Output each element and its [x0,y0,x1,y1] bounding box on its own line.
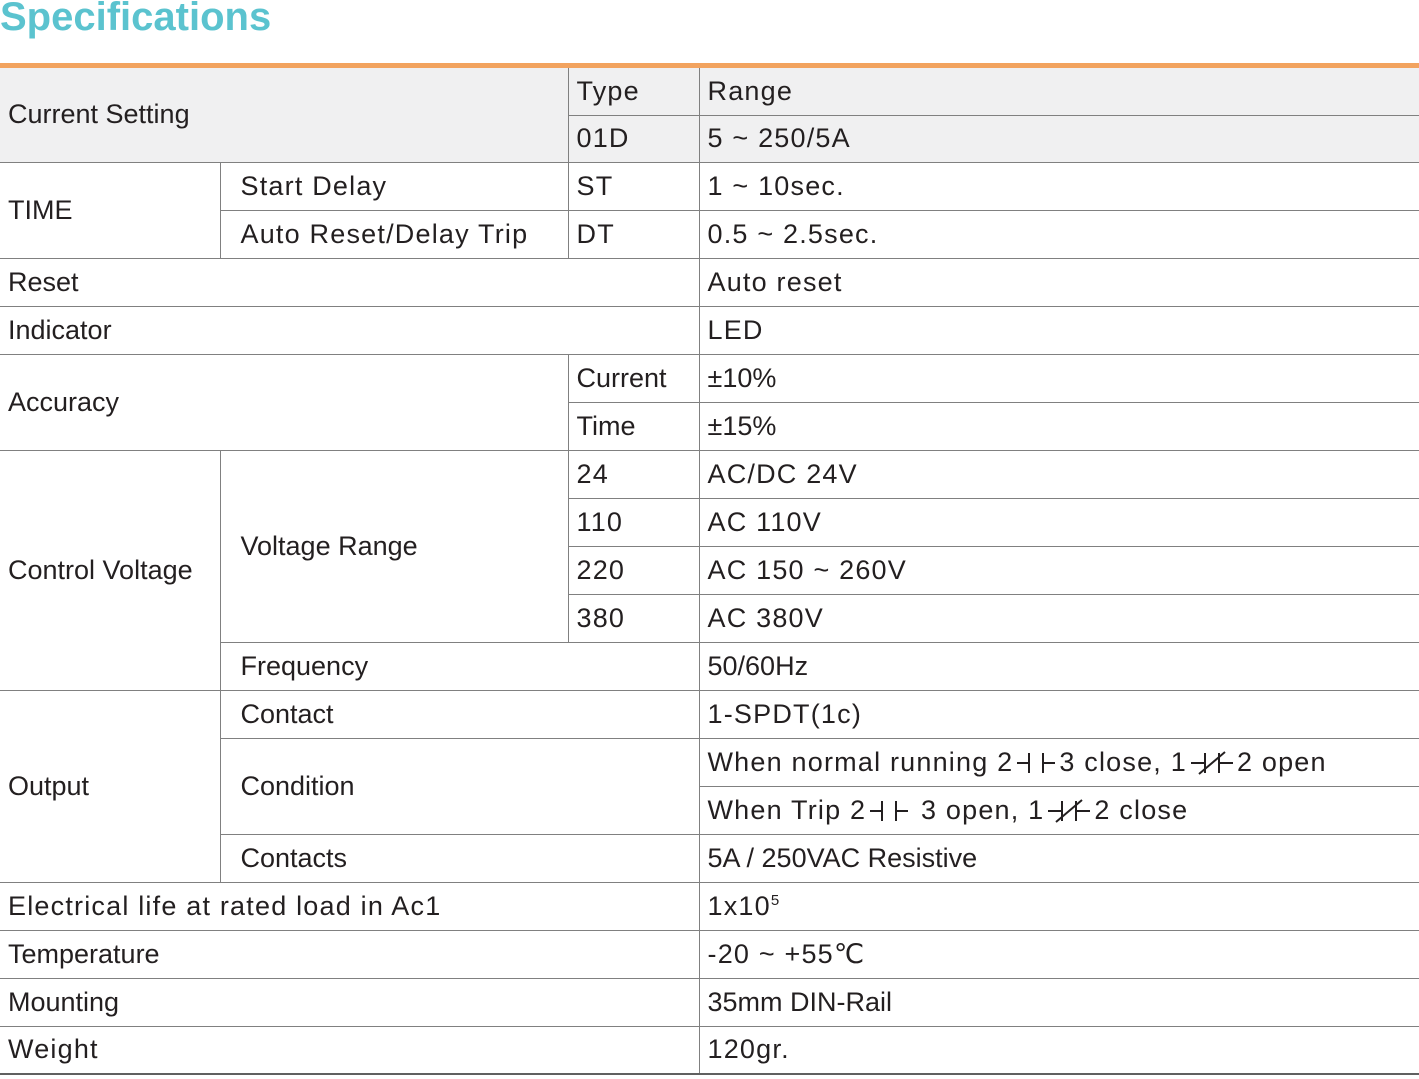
table-row: Mounting 35mm DIN-Rail [0,978,1419,1027]
reset-value: Auto reset [699,258,1419,307]
voltage-value: AC 150 ~ 260V [699,546,1419,595]
table-row: Control Voltage Voltage Range 24 AC/DC 2… [0,450,1419,691]
condition-trip-mid: 3 open, 1 [912,794,1045,825]
electrical-life-base: 1x10 [707,890,771,921]
accuracy-current-label: Current [568,354,700,403]
voltage-code: 220 [568,546,700,595]
table-row: Temperature -20 ~ +55℃ [0,930,1419,979]
condition-trip-suffix: 2 close [1094,794,1189,825]
contacts-label: Contacts [220,834,700,883]
voltage-code: 110 [568,498,700,547]
accuracy-current-value: ±10% [699,354,1419,403]
current-setting-type: 01D [568,115,700,163]
contact-value: 1-SPDT(1c) [699,690,1419,739]
accuracy-time-value: ±15% [699,402,1419,451]
table-row: Electrical life at rated load in Ac1 1x1… [0,882,1419,931]
electrical-life-value: 1x105 [699,882,1419,931]
start-delay-type: ST [568,162,700,211]
condition-trip-prefix: When Trip 2 [707,794,867,825]
mounting-value: 35mm DIN-Rail [699,978,1419,1027]
page-title: Specifications [0,0,272,39]
table-row: TIME Start Delay ST 1 ~ 10sec. [0,162,1419,259]
delay-trip-label: Auto Reset/Delay Trip [220,210,569,259]
table-row: Weight 120gr. [0,1026,1419,1075]
table-row: Output Contact 1-SPDT(1c) [0,690,1419,883]
condition-normal-suffix: 2 open [1236,746,1327,777]
frequency-label: Frequency [220,642,700,691]
voltage-range-label: Voltage Range [220,450,569,643]
control-voltage-label: Control Voltage [0,450,221,691]
weight-value: 120gr. [699,1026,1419,1075]
table-row: Reset Auto reset [0,258,1419,307]
spec-table: Current Setting Type Range 01D 5 ~ 250/5… [0,68,1419,1075]
delay-trip-value: 0.5 ~ 2.5sec. [699,210,1419,259]
nc-contact-symbol-icon [1048,799,1091,824]
weight-label: Weight [0,1026,700,1075]
voltage-code: 24 [568,450,700,499]
current-setting-label: Current Setting [0,68,569,163]
mounting-label: Mounting [0,978,700,1027]
output-label: Output [0,690,221,883]
contacts-value: 5A / 250VAC Resistive [699,834,1419,883]
temperature-value: -20 ~ +55℃ [699,930,1419,979]
frequency-value: 50/60Hz [699,642,1419,691]
voltage-value: AC 380V [699,594,1419,643]
accuracy-label: Accuracy [0,354,569,451]
temperature-label: Temperature [0,930,700,979]
contact-label: Contact [220,690,700,739]
table-row: Indicator LED [0,306,1419,355]
nc-contact-symbol-icon [1190,751,1233,776]
no-contact-symbol-icon [870,801,909,822]
condition-label: Condition [220,738,700,835]
start-delay-label: Start Delay [220,162,569,211]
accuracy-time-label: Time [568,402,700,451]
voltage-value: AC 110V [699,498,1419,547]
reset-label: Reset [0,258,700,307]
condition-trip: When Trip 2 3 open, 1 2 close [699,786,1419,835]
condition-normal: When normal running 2 3 close, 1 2 open [699,738,1419,787]
range-header: Range [699,68,1419,116]
condition-normal-prefix: When normal running 2 [707,746,1014,777]
table-row: Current Setting Type Range [0,68,1419,163]
type-header: Type [568,68,700,116]
no-contact-symbol-icon [1017,753,1056,774]
current-setting-range: 5 ~ 250/5A [699,115,1419,163]
table-row: Accuracy Current ±10% [0,354,1419,451]
indicator-label: Indicator [0,306,700,355]
time-label: TIME [0,162,221,259]
electrical-life-label: Electrical life at rated load in Ac1 [0,882,700,931]
electrical-life-exponent: 5 [770,891,781,909]
start-delay-value: 1 ~ 10sec. [699,162,1419,211]
condition-normal-mid: 3 close, 1 [1059,746,1187,777]
delay-trip-type: DT [568,210,700,259]
voltage-code: 380 [568,594,700,643]
indicator-value: LED [699,306,1419,355]
voltage-value: AC/DC 24V [699,450,1419,499]
